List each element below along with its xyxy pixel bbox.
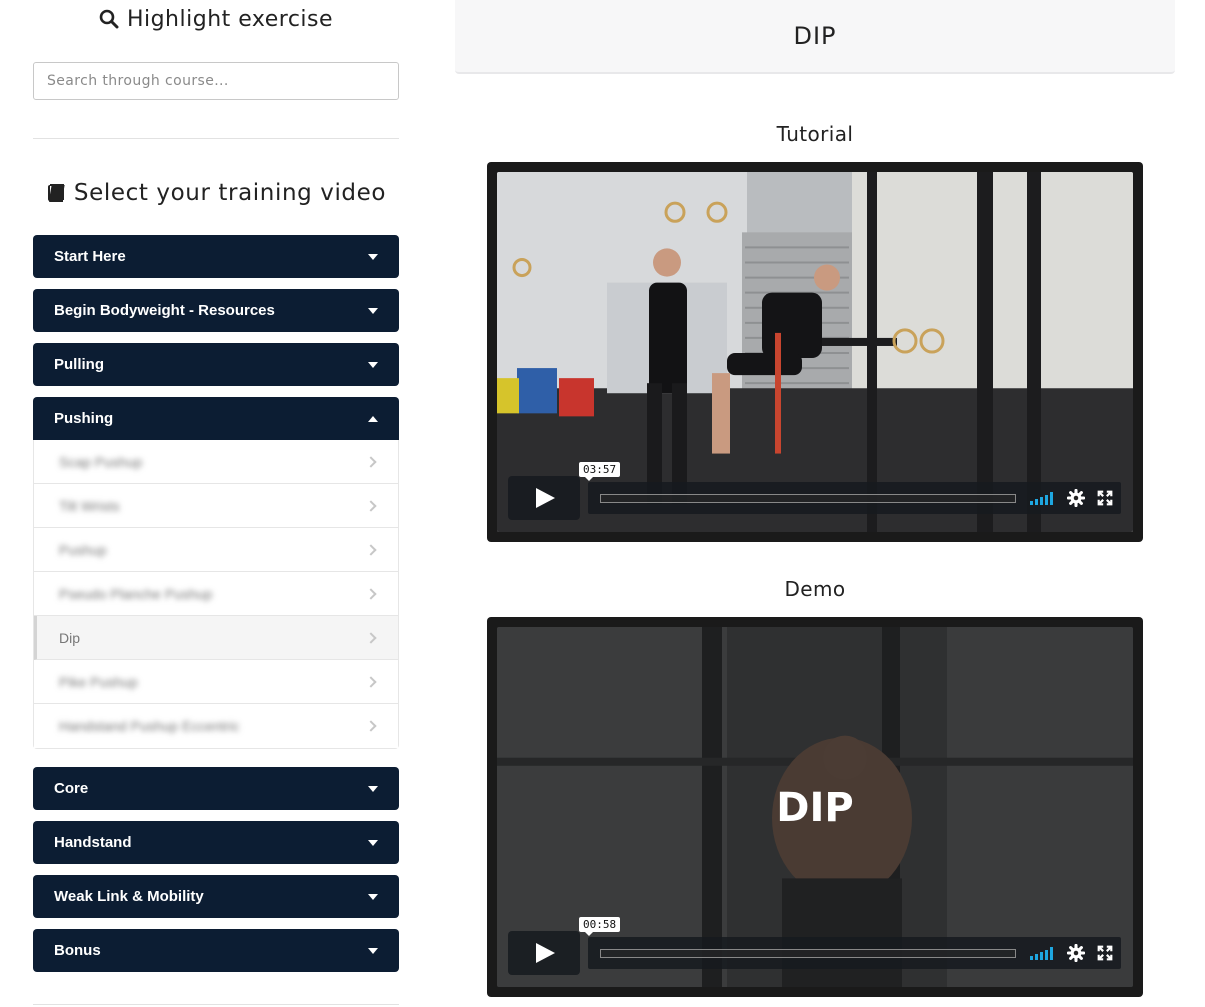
accordion-header[interactable]: Weak Link & Mobility bbox=[33, 875, 399, 918]
play-icon[interactable] bbox=[508, 476, 580, 520]
highlight-heading: Highlight exercise bbox=[33, 0, 399, 38]
accordion-header[interactable]: Core bbox=[33, 767, 399, 810]
caret-up-icon bbox=[368, 415, 378, 422]
lesson-label: Pushup bbox=[59, 541, 107, 558]
caret-down-icon bbox=[368, 307, 378, 314]
accordion-header[interactable]: Start Here bbox=[33, 235, 399, 278]
accordion-label: Start Here bbox=[54, 248, 126, 265]
accordion-core: Core bbox=[33, 767, 399, 810]
accordion-header[interactable]: Bonus bbox=[33, 929, 399, 972]
chevron-right-icon bbox=[365, 675, 377, 688]
demo-label: Demo bbox=[784, 577, 846, 601]
accordion-header[interactable]: Handstand bbox=[33, 821, 399, 864]
chevron-right-icon bbox=[365, 587, 377, 600]
video-duration: 03:57 bbox=[579, 462, 621, 481]
chevron-right-icon bbox=[365, 499, 377, 512]
volume-icon[interactable] bbox=[1030, 492, 1053, 505]
lesson-item[interactable]: Handstand Pushup Eccentric bbox=[34, 704, 398, 748]
video-controls: 03:57 bbox=[508, 462, 1121, 520]
tutorial-video-player[interactable]: 03:57 bbox=[487, 162, 1143, 542]
sidebar-divider bbox=[33, 138, 399, 139]
accordion-label: Begin Bodyweight - Resources bbox=[54, 302, 275, 319]
lesson-label: Pseudo Planche Pushup bbox=[59, 585, 213, 602]
chevron-right-icon bbox=[365, 455, 377, 468]
lesson-label: Handstand Pushup Eccentric bbox=[59, 718, 240, 734]
progress-bar[interactable] bbox=[600, 494, 1016, 503]
lesson-item[interactable]: Pseudo Planche Pushup bbox=[34, 572, 398, 616]
seek-area bbox=[588, 937, 1121, 969]
play-icon[interactable] bbox=[508, 931, 580, 975]
lesson-label: Dip bbox=[59, 629, 81, 646]
accordion-label: Handstand bbox=[54, 834, 132, 851]
caret-down-icon bbox=[368, 947, 378, 954]
select-heading: Select your training video bbox=[33, 176, 399, 210]
caret-down-icon bbox=[368, 253, 378, 260]
accordion-pushing: Pushing Scap Pushup Tilt Wrists Pushup P… bbox=[33, 397, 399, 749]
lesson-item[interactable]: Pike Pushup bbox=[34, 660, 398, 704]
fullscreen-icon[interactable] bbox=[1096, 944, 1114, 962]
fullscreen-icon[interactable] bbox=[1096, 489, 1114, 507]
accordion-header[interactable]: Pulling bbox=[33, 343, 399, 386]
sidebar: Highlight exercise Select your training … bbox=[33, 0, 399, 1005]
seek-area bbox=[588, 482, 1121, 514]
sidebar-divider bbox=[33, 1004, 399, 1005]
accordion-label: Core bbox=[54, 780, 89, 797]
accordion-label: Bonus bbox=[54, 942, 101, 959]
exercise-title: DIP bbox=[793, 22, 837, 50]
video-frame[interactable]: DIP 00:58 bbox=[497, 627, 1133, 987]
tutorial-label: Tutorial bbox=[776, 122, 854, 146]
exercise-title-card: DIP bbox=[455, 0, 1175, 74]
accordion-pulling: Pulling bbox=[33, 343, 399, 386]
video-frame[interactable]: 03:57 bbox=[497, 172, 1133, 532]
lesson-item-active[interactable]: Dip bbox=[34, 616, 398, 660]
gear-icon[interactable] bbox=[1067, 489, 1085, 507]
gear-icon[interactable] bbox=[1067, 944, 1085, 962]
lesson-list: Scap Pushup Tilt Wrists Pushup Pseudo Pl… bbox=[33, 440, 399, 749]
lesson-label: Tilt Wrists bbox=[59, 497, 120, 514]
accordion-label: Weak Link & Mobility bbox=[54, 888, 204, 905]
lesson-label: Pike Pushup bbox=[59, 673, 138, 690]
lesson-item[interactable]: Scap Pushup bbox=[34, 440, 398, 484]
book-icon bbox=[47, 184, 65, 202]
course-search-input[interactable] bbox=[33, 62, 399, 100]
search-icon bbox=[99, 9, 119, 29]
video-overlay-title: DIP bbox=[776, 785, 854, 831]
highlight-title: Highlight exercise bbox=[126, 6, 334, 32]
chevron-right-icon bbox=[365, 631, 377, 644]
chevron-right-icon bbox=[365, 543, 377, 556]
caret-down-icon bbox=[368, 839, 378, 846]
accordion-bonus: Bonus bbox=[33, 929, 399, 972]
caret-down-icon bbox=[368, 785, 378, 792]
progress-bar[interactable] bbox=[600, 949, 1016, 958]
accordion-begin-bodyweight: Begin Bodyweight - Resources bbox=[33, 289, 399, 332]
accordion-header[interactable]: Pushing bbox=[33, 397, 399, 440]
accordion-header[interactable]: Begin Bodyweight - Resources bbox=[33, 289, 399, 332]
accordion-label: Pushing bbox=[54, 410, 114, 427]
chevron-right-icon bbox=[365, 720, 377, 732]
accordion-handstand: Handstand bbox=[33, 821, 399, 864]
select-title: Select your training video bbox=[73, 180, 387, 206]
lesson-item[interactable]: Pushup bbox=[34, 528, 398, 572]
caret-down-icon bbox=[368, 893, 378, 900]
demo-video-player[interactable]: DIP 00:58 bbox=[487, 617, 1143, 997]
video-duration: 00:58 bbox=[579, 917, 621, 936]
accordion-label: Pulling bbox=[54, 356, 104, 373]
lesson-label: Scap Pushup bbox=[59, 453, 143, 470]
volume-icon[interactable] bbox=[1030, 947, 1053, 960]
lesson-item[interactable]: Tilt Wrists bbox=[34, 484, 398, 528]
accordion-start-here: Start Here bbox=[33, 235, 399, 278]
caret-down-icon bbox=[368, 361, 378, 368]
accordion-weak-link-mobility: Weak Link & Mobility bbox=[33, 875, 399, 918]
video-controls: 00:58 bbox=[508, 917, 1121, 975]
